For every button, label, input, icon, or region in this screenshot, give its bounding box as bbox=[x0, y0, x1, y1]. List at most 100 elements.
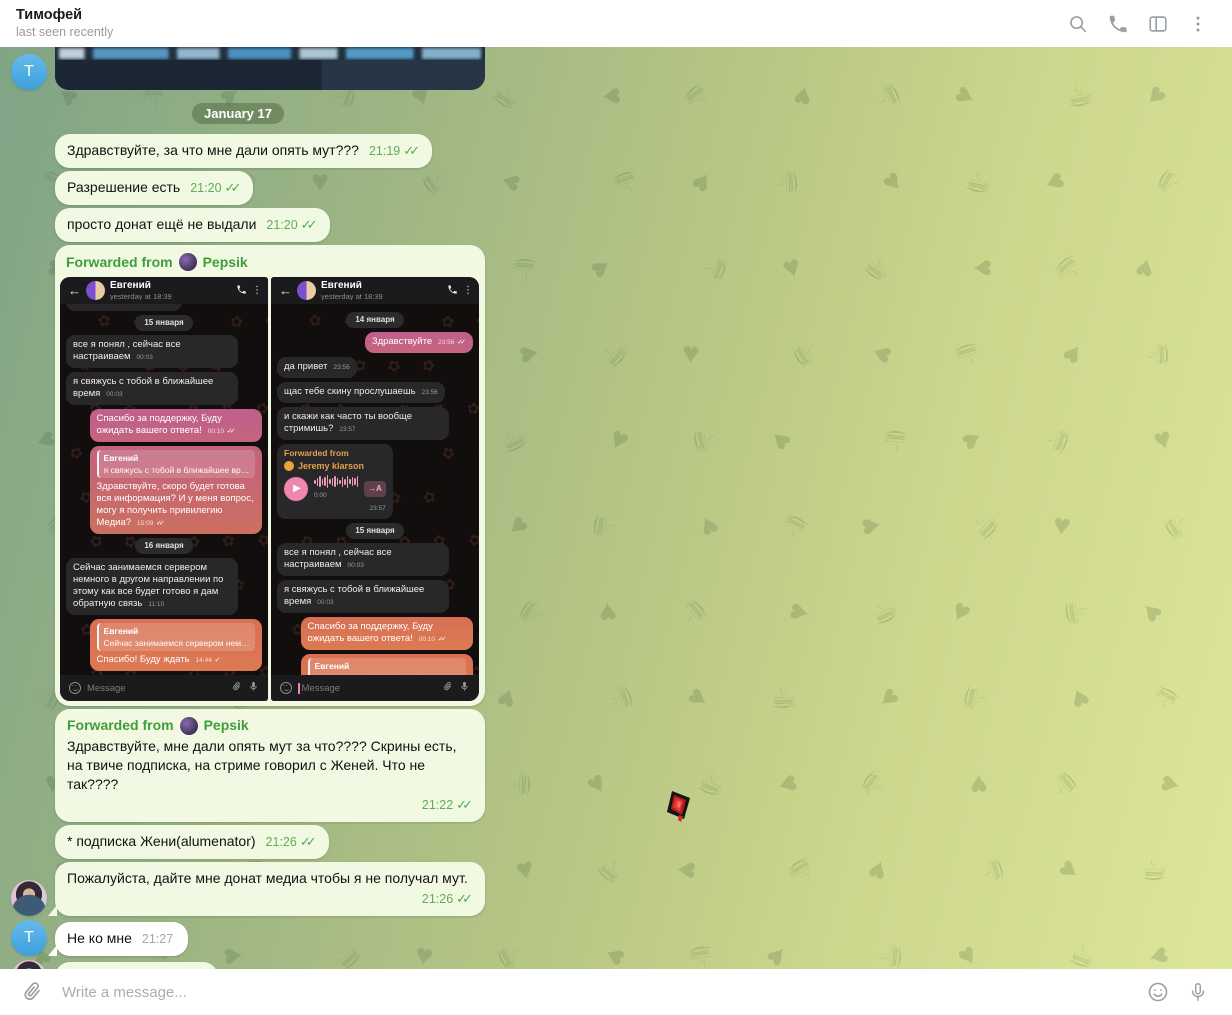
cropped-screenshot-image[interactable] bbox=[55, 47, 485, 90]
phone-contact-name: Евгений bbox=[321, 281, 442, 291]
sidebar-toggle-icon[interactable] bbox=[1138, 4, 1178, 44]
avatar-user-photo[interactable] bbox=[11, 960, 47, 969]
forwarded-media-bubble: Forwarded from Pepsik ← Евгений bbox=[55, 245, 485, 706]
reply-quote: ЕвгенийСейчас занимаемся сервером немног… bbox=[97, 623, 255, 651]
phone-input-bar: Message bbox=[271, 675, 479, 701]
phone-contact-status: yesterday at 18:39 bbox=[110, 293, 231, 301]
forwarded-label: Forwarded from bbox=[67, 716, 174, 735]
evgeniy-avatar bbox=[297, 281, 316, 300]
phone-message: все я понял , сейчас все настраиваем00:0… bbox=[277, 543, 449, 576]
message-input[interactable] bbox=[52, 984, 1138, 1001]
phone-contact-status: yesterday at 18:39 bbox=[321, 293, 442, 301]
read-checks-icon: ✓✓ bbox=[403, 143, 420, 158]
avatar-timofey[interactable]: T bbox=[11, 920, 47, 956]
phone-message: и скажи как часто ты вообще стримишь?23:… bbox=[277, 407, 449, 440]
voice-time: 23:57 bbox=[73, 304, 175, 307]
phone-mic-icon bbox=[248, 679, 259, 697]
voice-message: Forwarded from Jeremy klarson ▶ 0:00 →A … bbox=[277, 444, 393, 519]
read-checks-icon: ✓✓ bbox=[301, 217, 318, 232]
phone-date-divider: 14 января bbox=[346, 312, 403, 328]
forwarded-header[interactable]: Forwarded from Pepsik bbox=[67, 716, 473, 737]
phone-checks-icon: ✓✓ bbox=[156, 520, 165, 527]
phone-message: Спасибо за поддержку, Буду ожидать вашег… bbox=[301, 617, 473, 650]
phone-attach-icon bbox=[442, 679, 453, 697]
voice-forward-label: Forwarded from bbox=[284, 448, 349, 458]
avatar-timofey[interactable]: T bbox=[11, 54, 47, 90]
microphone-icon[interactable] bbox=[1178, 972, 1218, 1012]
back-arrow-icon: ← bbox=[279, 283, 292, 298]
menu-kebab-icon[interactable] bbox=[1178, 4, 1218, 44]
text-caret bbox=[298, 683, 300, 694]
forwarded-label: Forwarded from bbox=[66, 254, 173, 270]
phone-checks-icon: ✓✓ bbox=[438, 636, 447, 643]
jeremy-avatar bbox=[284, 461, 294, 471]
message-bubble[interactable]: Пожалуйста, дайте мне донат медиа чтобы … bbox=[55, 862, 485, 916]
avatar-user-photo[interactable] bbox=[11, 880, 47, 916]
read-checks-icon: ✓✓ bbox=[300, 834, 317, 849]
voice-message: Jeremy klarson ▶ 0:00 →A 23:57 bbox=[66, 304, 182, 311]
back-arrow-icon: ← bbox=[68, 283, 81, 298]
phone-checks-icon: ✓✓ bbox=[457, 339, 466, 346]
phone-message: я свяжусь с тобой в ближайшее время00:03 bbox=[66, 372, 238, 405]
message-row-forwarded-media: Forwarded from Pepsik ← Евгений bbox=[11, 245, 560, 706]
voice-waveform bbox=[314, 475, 358, 488]
phone-chat-body: ✿✿✿✿✿✿✿✿✿✿✿✿✿✿✿✿✿✿✿✿✿✿✿✿✿✿✿✿✿✿✿✿✿✿✿✿✿✿✿✿… bbox=[271, 304, 479, 675]
message-bubble[interactable]: Forwarded from Pepsik Здравствуйте, мне … bbox=[55, 709, 485, 822]
phone-message-placeholder: Message bbox=[87, 683, 225, 694]
message-bubble[interactable]: Здравствуйте, за что мне дали опять мут?… bbox=[55, 134, 432, 168]
message-bubble[interactable]: Не ко мне21:27 bbox=[55, 922, 188, 956]
composer-bar bbox=[0, 969, 1232, 1015]
date-divider[interactable]: January 17 bbox=[192, 103, 284, 124]
phone-call-icon bbox=[236, 282, 247, 300]
message-row: Здравствуйте, за что мне дали опять мут?… bbox=[11, 134, 560, 168]
voice-time: 23:57 bbox=[284, 503, 386, 515]
message-bubble[interactable]: * подписка Жени(alumenator) 21:26✓✓ bbox=[55, 825, 329, 859]
screenshot-body bbox=[55, 60, 485, 90]
phone-date-divider: 15 января bbox=[346, 523, 403, 539]
phone-header: ← Евгений yesterday at 18:39 ⋮ bbox=[60, 277, 268, 304]
message-bubble[interactable]: просто донат ещё не выдали 21:20 ✓✓ bbox=[55, 208, 330, 242]
message-bubble[interactable]: А к кому???21:33✓✓ bbox=[55, 962, 218, 969]
call-icon[interactable] bbox=[1098, 4, 1138, 44]
forwarded-sender: Pepsik bbox=[204, 716, 249, 735]
voice-to-text-badge: →A bbox=[364, 481, 386, 497]
forwarded-header[interactable]: Forwarded from Pepsik bbox=[60, 250, 480, 277]
reply-quote: Евгенийя свяжусь с тобой в ближайшее вре… bbox=[97, 450, 255, 478]
screenshot-photo-left[interactable]: ← Евгений yesterday at 18:39 ⋮ bbox=[60, 277, 268, 701]
message-row: Разрешение есть21:20✓✓ bbox=[11, 171, 560, 205]
phone-message: щас тебе скину прослушаешь23:56 bbox=[277, 382, 445, 403]
message-row: Пожалуйста, дайте мне донат медиа чтобы … bbox=[11, 862, 560, 916]
phone-emoji-icon bbox=[280, 682, 292, 694]
chat-header[interactable]: Тимофей last seen recently bbox=[0, 0, 1232, 47]
phone-checks-icon: ✓✓ bbox=[227, 428, 236, 435]
message-row: * подписка Жени(alumenator) 21:26✓✓ bbox=[11, 825, 560, 859]
screenshot-photo-right[interactable]: ← Евгений yesterday at 18:39 ⋮ bbox=[271, 277, 479, 701]
phone-message: да привет23:56 bbox=[277, 357, 357, 378]
phone-message: ЕвгенийСейчас занимаемся сервером немног… bbox=[90, 619, 262, 671]
phone-check-icon: ✓ bbox=[214, 657, 220, 664]
message-row: T Не ко мне21:27 bbox=[11, 920, 560, 956]
read-checks-icon: ✓✓ bbox=[225, 180, 242, 195]
read-checks-icon: ✓✓ bbox=[456, 891, 473, 906]
phone-message-placeholder: Message bbox=[298, 683, 436, 694]
emoji-icon[interactable] bbox=[1138, 972, 1178, 1012]
phone-message: Евгенийя свяжусь с тобой в ближайшее вре… bbox=[301, 654, 473, 675]
message-text: просто донат ещё не выдали bbox=[67, 216, 256, 232]
message-text: * подписка Жени(alumenator) bbox=[67, 833, 256, 849]
phone-date-divider: 15 января bbox=[135, 315, 192, 331]
voice-duration: 0:00 bbox=[314, 490, 358, 502]
phone-mic-icon bbox=[459, 679, 470, 697]
message-time: 21:20 bbox=[266, 218, 297, 232]
phone-message: Сейчас занимаемся сервером немного в дру… bbox=[66, 558, 238, 615]
attach-icon[interactable] bbox=[12, 972, 52, 1012]
message-bubble[interactable]: Разрешение есть21:20✓✓ bbox=[55, 171, 253, 205]
chat-status: last seen recently bbox=[16, 24, 113, 40]
message-time: 21:26 bbox=[422, 892, 453, 906]
search-icon[interactable] bbox=[1058, 4, 1098, 44]
message-text: Здравствуйте, за что мне дали опять мут?… bbox=[67, 142, 359, 158]
phone-contact-name: Евгений bbox=[110, 281, 231, 291]
message-text: Не ко мне bbox=[67, 930, 132, 946]
message-time: 21:26 bbox=[266, 835, 297, 849]
phone-input-bar: Message bbox=[60, 675, 268, 701]
message-row-cropped-image: T bbox=[11, 47, 560, 90]
